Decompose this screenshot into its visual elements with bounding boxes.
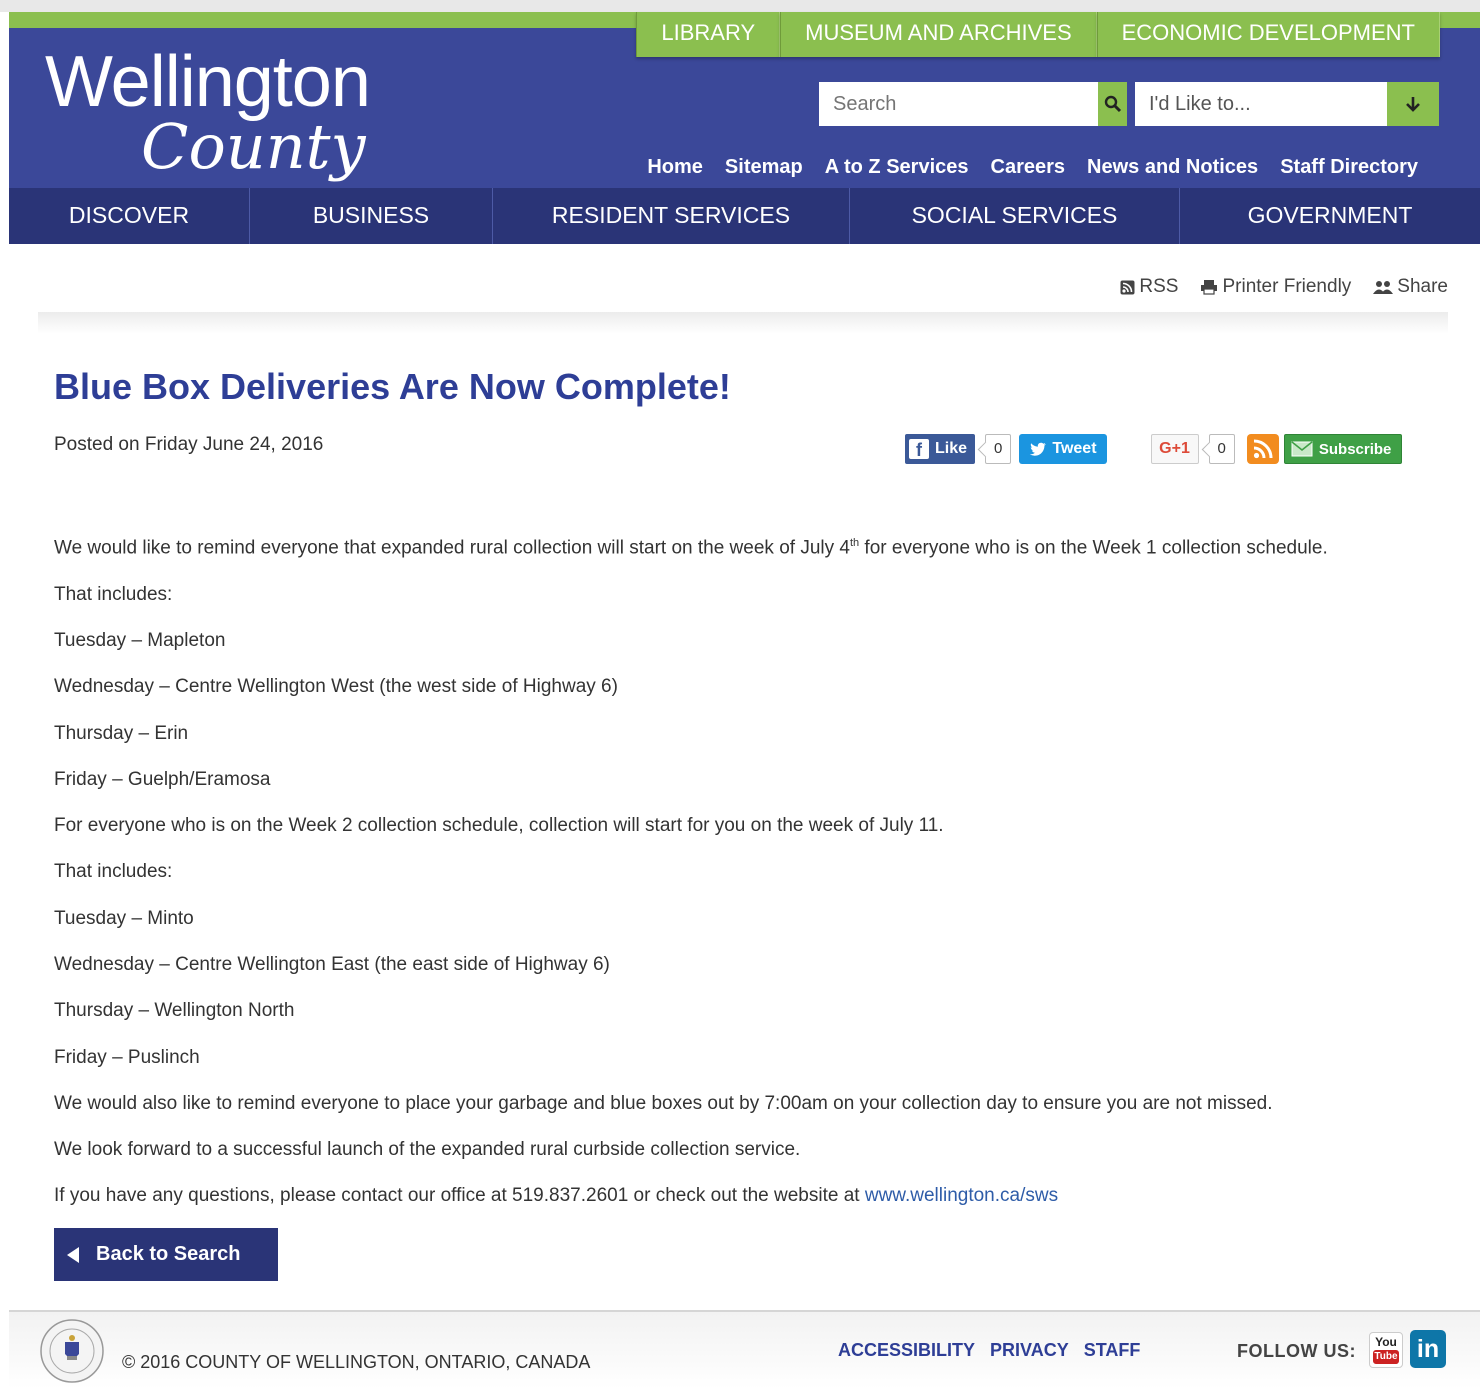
footer-link-accessibility[interactable]: ACCESSIBILITY [838,1340,975,1361]
logo-county-text: County [141,110,366,183]
twitter-bird-icon [1030,442,1047,456]
paragraph: We look forward to a successful launch o… [54,1139,801,1161]
footer-link-privacy[interactable]: PRIVACY [990,1340,1069,1361]
util-link-careers[interactable]: Careers [991,156,1066,179]
util-link-home[interactable]: Home [647,156,703,179]
intro-text: We would like to remind everyone that ex… [54,537,850,559]
paragraph: Thursday – Wellington North [54,1000,295,1022]
tweet-button[interactable]: Tweet [1019,434,1107,464]
tweet-label: Tweet [1052,440,1097,457]
facebook-like-label: Like [935,440,968,457]
footer-link-staff[interactable]: STAFF [1084,1340,1141,1361]
content-divider [38,312,1448,334]
paragraph: Wednesday – Centre Wellington East (the … [54,954,610,975]
google-plus-count: 0 [1208,434,1235,464]
rss-label: RSS [1139,276,1179,297]
sws-website-link[interactable]: www.wellington.ca/sws [865,1185,1058,1206]
printer-icon [1201,280,1218,295]
facebook-icon: f [909,439,929,460]
site-footer: © 2016 COUNTY OF WELLINGTON, ONTARIO, CA… [9,1310,1480,1389]
share-label: Share [1397,276,1448,297]
util-link-a-to-z[interactable]: A to Z Services [825,156,969,179]
paragraph: We would also like to remind everyone to… [54,1092,1273,1114]
rss-feed-button[interactable] [1246,434,1279,464]
dropdown-button[interactable] [1387,82,1439,126]
nav-resident-services[interactable]: RESIDENT SERVICES [493,188,850,244]
posted-date: Posted on Friday June 24, 2016 [54,434,324,455]
tab-museum-archives[interactable]: MUSEUM AND ARCHIVES [780,12,1097,57]
rss-small-icon [1120,280,1135,294]
footer-links: ACCESSIBILITY PRIVACY STAFF [838,1340,1140,1361]
facebook-like-button[interactable]: f Like [905,434,976,464]
search-bar [819,82,1127,126]
follow-us-label: FOLLOW US: [1237,1341,1356,1361]
users-icon [1373,280,1394,294]
logo-wellington-text: Wellington [45,42,371,122]
subscribe-label: Subscribe [1318,440,1392,458]
paragraph-intro: We would like to remind everyone that ex… [54,532,1434,559]
facebook-like-count: 0 [985,434,1012,464]
page: Wellington County LIBRARY MUSEUM AND ARC… [0,0,1480,1389]
linkedin-icon[interactable]: in [1410,1330,1446,1368]
util-link-staff-directory[interactable]: Staff Directory [1280,156,1418,179]
google-plus-button[interactable]: G+1 [1150,434,1199,464]
site-header: Wellington County LIBRARY MUSEUM AND ARC… [9,12,1480,188]
paragraph: Friday – Guelph/Eramosa [54,768,271,790]
intro-text-end: for everyone who is on the Week 1 collec… [859,537,1328,559]
paragraph: Thursday – Erin [54,722,189,744]
youtube-icon[interactable]: You Tube [1369,1332,1403,1368]
paragraph: For everyone who is on the Week 2 collec… [54,815,944,837]
copyright-text: © 2016 COUNTY OF WELLINGTON, ONTARIO, CA… [122,1352,591,1372]
share-link[interactable]: Share [1373,276,1448,298]
browser-top-strip [0,0,1480,12]
envelope-icon [1291,441,1313,457]
paragraph: Tuesday – Minto [54,907,194,929]
util-link-sitemap[interactable]: Sitemap [725,156,803,179]
page-tools: RSS Printer Friendly Share [1120,276,1448,298]
id-like-to-label: I'd Like to... [1149,93,1251,115]
wellington-county-logo[interactable]: Wellington County [45,46,425,226]
intro-superscript: th [849,537,860,549]
county-seal-icon [40,1319,104,1383]
arrow-down-icon [1406,97,1420,112]
rss-link[interactable]: RSS [1120,276,1178,298]
paragraph: Wednesday – Centre Wellington West (the … [54,676,618,698]
nav-social-services[interactable]: SOCIAL SERVICES [850,188,1180,244]
contact-text: If you have any questions, please contac… [54,1185,865,1207]
search-input[interactable] [819,82,1098,126]
top-green-tabs: LIBRARY MUSEUM AND ARCHIVES ECONOMIC DEV… [636,12,1440,57]
social-buttons: f Like 0 Tweet G+1 0 Subscribe [905,434,1403,464]
paragraph: That includes: [54,583,173,605]
search-button[interactable] [1098,82,1127,126]
printer-friendly-label: Printer Friendly [1222,276,1352,297]
id-like-to-dropdown[interactable]: I'd Like to... [1135,82,1439,126]
tab-economic-development[interactable]: ECONOMIC DEVELOPMENT [1096,12,1440,57]
rss-icon [1253,439,1273,459]
subscribe-button[interactable]: Subscribe [1283,434,1403,464]
util-link-news[interactable]: News and Notices [1087,156,1258,179]
back-to-search-button[interactable]: Back to Search [54,1228,278,1281]
back-to-search-label: Back to Search [96,1243,241,1265]
paragraph: Friday – Puslinch [54,1046,200,1068]
printer-friendly-link[interactable]: Printer Friendly [1200,276,1351,298]
tab-library[interactable]: LIBRARY [636,12,781,57]
paragraph: Tuesday – Mapleton [54,629,226,651]
youtube-icon-text: You [1375,1335,1397,1349]
article-body: We would like to remind everyone that ex… [54,532,1434,1232]
caret-left-icon [67,1246,79,1263]
search-icon [1104,95,1121,113]
article-title: Blue Box Deliveries Are Now Complete! [54,366,731,407]
utility-nav: Home Sitemap A to Z Services Careers New… [647,156,1418,179]
nav-government[interactable]: GOVERNMENT [1180,188,1480,244]
youtube-icon-tube: Tube [1373,1350,1399,1364]
paragraph-contact: If you have any questions, please contac… [54,1185,1434,1207]
paragraph: That includes: [54,861,173,883]
